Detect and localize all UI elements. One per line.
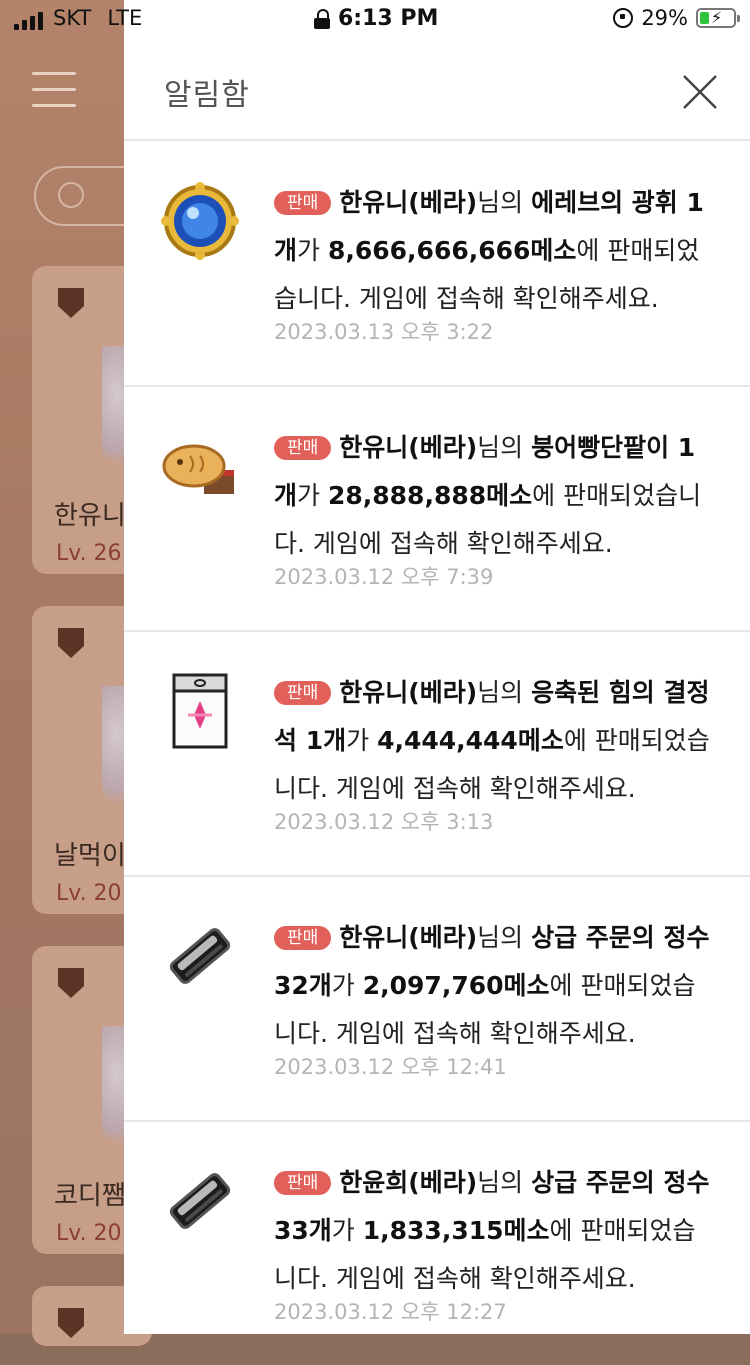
chevron-down-icon <box>58 182 84 208</box>
sale-badge: 판매 <box>274 926 332 950</box>
notification-time: 2023.03.13 오후 3:22 <box>274 320 494 344</box>
lock-icon <box>314 8 330 29</box>
sale-price: 28,888,888메소 <box>327 481 533 510</box>
notification-item[interactable]: 판매 한윤희(베라)님의 상급 주문의 정수 33개가 1,833,315메소에 … <box>124 1121 750 1365</box>
sale-price: 2,097,760메소 <box>362 971 550 1000</box>
sale-badge: 판매 <box>274 436 332 460</box>
drawer-title: 알림함 <box>164 78 250 113</box>
seller-name: 한유니(베라) <box>339 188 478 217</box>
notification-message: 판매 한유니(베라)님의 상급 주문의 정수 32개가 2,097,760메소에 … <box>274 914 716 1058</box>
battery-percent: 29% <box>641 6 688 30</box>
message-text: 가 <box>346 726 378 755</box>
black-scroll-item-icon <box>169 928 231 984</box>
sale-badge: 판매 <box>274 681 332 705</box>
fish-bread-item-icon <box>162 444 234 494</box>
notification-item[interactable]: 판매 한유니(베라)님의 응축된 힘의 결정석 1개가 4,444,444메소에 … <box>124 631 750 877</box>
notification-time: 2023.03.12 오후 12:41 <box>274 1055 507 1079</box>
seller-name: 한유니(베라) <box>339 678 478 707</box>
character-level: Lv. 20 <box>56 881 122 906</box>
drawer-header: 알림함 <box>124 40 750 141</box>
character-name: 코디쨈 <box>54 1181 126 1211</box>
carrier-label: SKT <box>53 6 92 30</box>
message-text: 님의 <box>477 1168 532 1197</box>
notification-message: 판매 한유니(베라)님의 응축된 힘의 결정석 1개가 4,444,444메소에 … <box>274 669 716 813</box>
seller-name: 한유니(베라) <box>339 433 478 462</box>
character-name: 날먹이 <box>54 841 126 871</box>
message-text: 님의 <box>477 678 532 707</box>
rotation-lock-icon <box>613 8 634 28</box>
notification-drawer: 알림함 판매 한유니(베라)님의 에레브의 광휘 1개가 8,666,666,66… <box>124 0 750 1334</box>
notification-message: 판매 한유니(베라)님의 에레브의 광휘 1개가 8,666,666,666메소에… <box>274 179 716 323</box>
seller-name: 한윤희(베라) <box>339 1168 478 1197</box>
seller-name: 한유니(베라) <box>339 923 478 952</box>
battery-charging-icon: ⚡ <box>696 8 740 28</box>
notification-item[interactable]: 판매 한유니(베라)님의 붕어빵단팥이 1개가 28,888,888메소에 판매되… <box>124 386 750 632</box>
sale-badge: 판매 <box>274 1171 332 1195</box>
close-icon[interactable] <box>680 72 720 112</box>
character-level: Lv. 20 <box>56 1221 122 1246</box>
rank-emblem-icon <box>58 288 84 318</box>
hamburger-menu-icon[interactable] <box>32 72 76 107</box>
message-text: 가 <box>331 971 363 1000</box>
message-text: 님의 <box>477 923 532 952</box>
message-text: 가 <box>297 236 328 265</box>
sale-price: 4,444,444메소 <box>377 726 564 755</box>
sale-price: 8,666,666,666메소 <box>327 236 577 265</box>
message-text: 가 <box>297 481 328 510</box>
notification-message: 판매 한윤희(베라)님의 상급 주문의 정수 33개가 1,833,315메소에 … <box>274 1159 716 1303</box>
rank-emblem-icon <box>58 628 84 658</box>
notification-item[interactable]: 판매 한유니(베라)님의 에레브의 광휘 1개가 8,666,666,666메소에… <box>124 141 750 387</box>
notification-time: 2023.03.12 오후 3:13 <box>274 810 494 834</box>
sale-badge: 판매 <box>274 191 332 215</box>
blue-gem-item-icon <box>161 182 239 260</box>
rank-emblem-icon <box>58 968 84 998</box>
notification-item[interactable]: 판매 한유니(베라)님의 상급 주문의 정수 32개가 2,097,760메소에 … <box>124 876 750 1122</box>
message-text: 가 <box>331 1216 363 1245</box>
sale-price: 1,833,315메소 <box>362 1216 550 1245</box>
message-text: 님의 <box>477 433 532 462</box>
character-name: 한유니 <box>54 501 126 531</box>
signal-icon <box>14 10 43 30</box>
status-bar: SKT LTE 6:13 PM 29% ⚡ <box>0 0 750 40</box>
clock: 6:13 PM <box>338 6 439 31</box>
character-level: Lv. 26 <box>56 541 122 566</box>
message-text: 님의 <box>477 188 532 217</box>
black-scroll-item-icon <box>169 1173 231 1229</box>
network-label: LTE <box>107 6 143 30</box>
crystal-card-item-icon <box>172 673 228 749</box>
notification-message: 판매 한유니(베라)님의 붕어빵단팥이 1개가 28,888,888메소에 판매되… <box>274 424 716 568</box>
notification-time: 2023.03.12 오후 12:27 <box>274 1300 507 1324</box>
notification-time: 2023.03.12 오후 7:39 <box>274 565 494 589</box>
